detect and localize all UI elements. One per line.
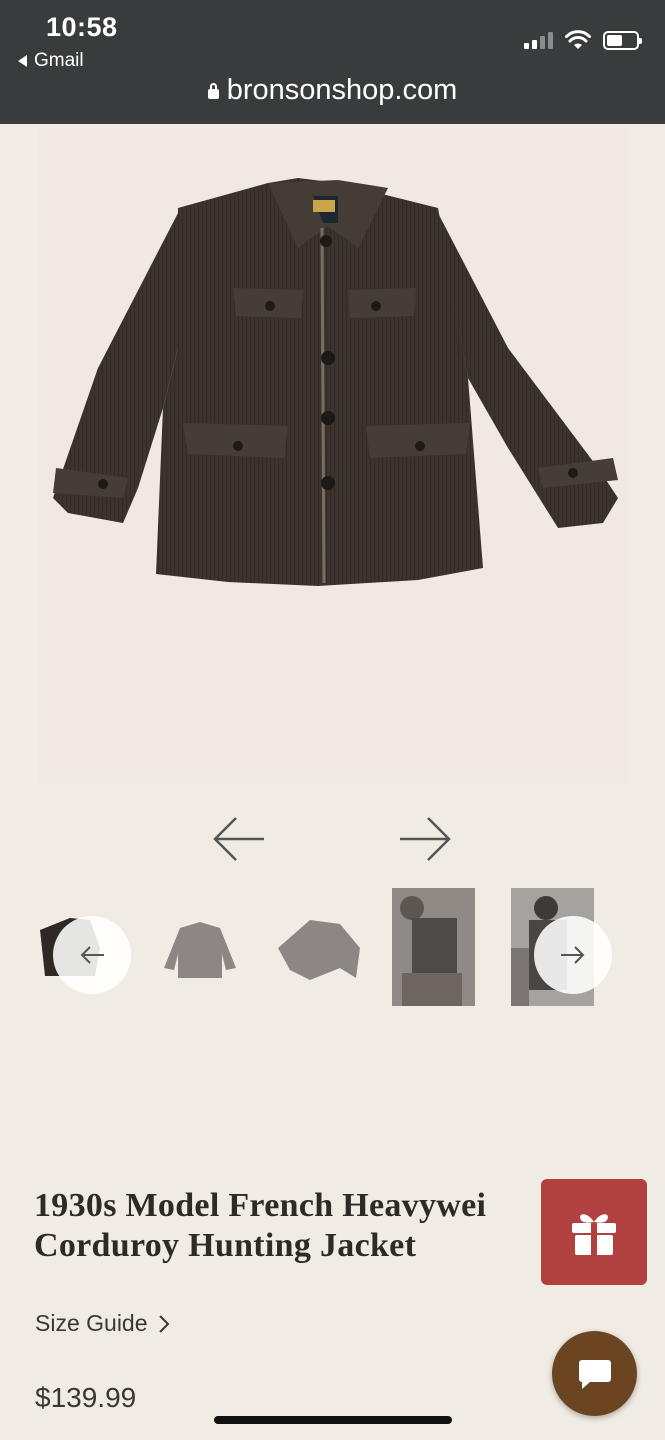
wifi-icon	[565, 30, 591, 49]
cellular-signal-icon	[524, 31, 553, 49]
thumbnails-prev-button[interactable]	[53, 916, 131, 994]
chevron-left-icon	[80, 946, 104, 964]
product-title-line2: Corduroy Hunting Jacket	[34, 1227, 417, 1264]
status-and-url-bar: 10:58 Gmail bronsonshop.com	[0, 0, 665, 124]
lock-icon	[207, 82, 219, 99]
product-title: 1930s Model French Heavywei Corduroy Hun…	[34, 1186, 594, 1266]
thumbnails-next-button[interactable]	[534, 916, 612, 994]
product-price: $139.99	[35, 1382, 137, 1413]
back-to-app-link[interactable]: Gmail	[18, 50, 84, 72]
size-guide-label: Size Guide	[35, 1310, 148, 1336]
battery-icon	[603, 30, 642, 50]
jacket-image	[53, 178, 618, 586]
address-bar[interactable]: bronsonshop.com	[0, 74, 665, 107]
chat-icon	[578, 1359, 611, 1389]
gallery-prev-arrow-icon[interactable]	[212, 814, 266, 864]
gallery-next-arrow-icon[interactable]	[398, 814, 452, 864]
product-main-image[interactable]	[38, 128, 628, 783]
home-indicator[interactable]	[214, 1416, 452, 1424]
status-icons	[524, 30, 642, 50]
size-guide-link[interactable]: Size Guide	[35, 1310, 170, 1337]
gift-icon	[572, 1214, 616, 1255]
chevron-right-icon	[561, 946, 585, 964]
back-triangle-icon	[18, 55, 27, 67]
chevron-right-icon	[158, 1314, 169, 1333]
chat-button[interactable]	[552, 1331, 637, 1416]
gift-button[interactable]	[541, 1179, 647, 1285]
back-app-label: Gmail	[34, 50, 84, 71]
thumbnail-2[interactable]	[150, 888, 250, 1006]
thumbnail-4[interactable]	[392, 888, 475, 1006]
url-text: bronsonshop.com	[226, 74, 458, 106]
thumbnail-3[interactable]	[270, 888, 370, 1006]
product-title-line1: 1930s Model French Heavywei	[34, 1187, 487, 1224]
status-time: 10:58	[46, 12, 118, 42]
thumbnail-strip	[30, 888, 630, 1008]
